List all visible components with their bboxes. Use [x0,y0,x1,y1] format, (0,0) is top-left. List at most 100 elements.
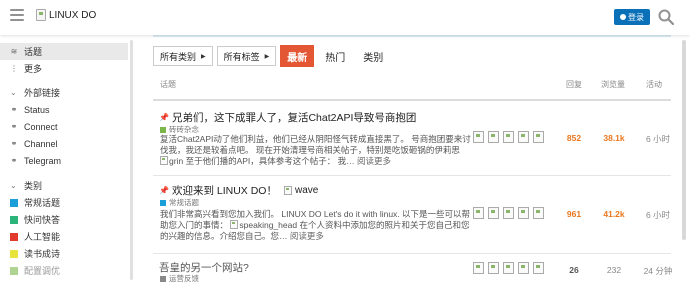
header-divider [153,99,671,101]
topic-title[interactable]: 📌 欢迎来到 LINUX DO！ wave [159,183,318,198]
sidebar-link-channel[interactable]: ⚭ Channel [0,135,128,152]
sidebar-item-label: 更多 [24,64,43,74]
avatar[interactable] [503,207,514,219]
topic-posters [473,207,544,219]
topic-category-label: 运营反馈 [169,274,199,283]
sidebar-scrollbar[interactable] [130,40,133,280]
category-swatch [10,232,18,241]
sidebar-item-topics[interactable]: ≋ 话题 [0,43,128,60]
category-swatch [10,198,18,207]
topic-title[interactable]: 📌 兄弟们，这下成罪人了，复活Chat2API导致号商抱团 [159,110,416,125]
avatar[interactable] [503,262,514,274]
avatar[interactable] [533,131,544,143]
emoji-alt-text: speaking_head [239,220,298,230]
tab-latest[interactable]: 最新 [280,45,315,67]
sidebar-item-more[interactable]: ⋮ 更多 [0,60,128,77]
topic-title-text[interactable]: 兄弟们，这下成罪人了，复活Chat2API导致号商抱团 [172,110,416,125]
topic-category[interactable]: 运营反馈 [160,273,199,284]
topic-activity[interactable]: 6 小时 [636,209,680,221]
more-icon: ⋮ [10,64,18,73]
dropdown-label: 所有标签 [223,51,260,62]
broken-image-icon [160,156,168,165]
sidebar-link-telegram[interactable]: ⚭ Telegram [0,152,128,169]
hamburger-menu-icon[interactable] [10,9,24,23]
sidebar-item-label: 快问快答 [24,215,61,225]
column-header-replies[interactable]: 回复 [566,79,582,90]
topic-replies[interactable]: 961 [554,209,594,219]
read-more-link[interactable]: 阅读更多 [357,156,391,166]
broken-image-icon [36,9,46,21]
page-scrollbar[interactable] [682,40,686,240]
topic-navigation: 所有类别 ▶ 所有标签 ▶ 最新 热门 类别 [153,45,390,67]
category-dropdown[interactable]: 所有类别 ▶ [153,46,213,66]
topic-activity[interactable]: 6 小时 [636,133,680,145]
topic-excerpt: 我们非常高兴看到您加入我们。 LINUX DO Let's do it with… [160,209,472,242]
column-header-views[interactable]: 浏览量 [601,79,625,90]
topic-category[interactable]: 常规话题 [160,197,199,208]
avatar[interactable] [488,262,499,274]
sidebar-item-label: Telegram [24,155,62,166]
sidebar-category-config[interactable]: 配置调优 [0,262,128,279]
emoji-alt-text: grin [169,156,184,166]
excerpt-line: 至于他们播的API，具体参考这个帖子： 我… [185,156,357,166]
avatar[interactable] [518,207,529,219]
sidebar-section-label: 外部链接 [24,88,61,98]
broken-image-icon [283,186,292,195]
layers-icon: ≋ [10,47,18,56]
avatar[interactable] [533,207,544,219]
avatar[interactable] [488,131,499,143]
top-banner [153,35,671,37]
dropdown-label: 所有类别 [160,51,197,62]
column-header-topic[interactable]: 话题 [160,79,176,90]
excerpt-line: 复活Chat2API动了他们利益，他们已经从阴阳怪气转成直接黑了。 号商抱团要来… [160,134,471,144]
sidebar-item-label: 配置调优 [24,266,61,276]
avatar[interactable] [533,262,544,274]
topic-posters [473,131,544,143]
avatar[interactable] [473,207,484,219]
sidebar-category-reading[interactable]: 读书成诗 [0,245,128,262]
row-divider [153,175,671,176]
category-swatch [160,275,166,282]
tab-categories[interactable]: 类别 [356,45,390,67]
sidebar-category-ai[interactable]: 人工智能 [0,228,128,245]
sidebar-link-connect[interactable]: ⚭ Connect [0,118,128,135]
category-swatch [10,249,18,258]
sidebar-section-label: 类别 [24,181,43,191]
sidebar-category-general[interactable]: 常规话题 [0,194,128,211]
category-swatch [160,126,166,133]
sidebar: ≋ 话题 ⋮ 更多 ⌄ 外部链接 ⚭ Status ⚭ Connect ⚭ Ch… [0,35,140,287]
column-header-activity[interactable]: 活动 [646,79,662,90]
sidebar-item-label: 常规话题 [24,198,61,208]
sidebar-item-label: Channel [24,138,58,149]
read-more-link[interactable]: 阅读更多 [290,231,324,241]
avatar[interactable] [518,262,529,274]
search-icon[interactable] [658,9,674,25]
tag-dropdown[interactable]: 所有标签 ▶ [216,46,277,66]
avatar[interactable] [473,131,484,143]
topic-replies[interactable]: 26 [554,265,594,275]
excerpt-line: 伐我，我还是较着点吧。 现在开始清理号商相关帖子，特别是吃饭砸锅的伊莉思 [160,145,460,155]
sidebar-link-status[interactable]: ⚭ Status [0,101,128,118]
avatar[interactable] [503,131,514,143]
category-swatch [160,199,166,206]
chevron-down-icon: ⌄ [10,88,17,97]
avatar[interactable] [488,207,499,219]
sidebar-section-links[interactable]: ⌄ 外部链接 [0,84,128,101]
topic-replies[interactable]: 852 [554,133,594,143]
topic-posters [473,262,544,274]
site-logo[interactable]: LINUX DO [36,9,96,21]
avatar[interactable] [518,131,529,143]
sidebar-section-categories[interactable]: ⌄ 类别 [0,177,128,194]
sidebar-category-qa[interactable]: 快问快答 [0,211,128,228]
excerpt-line: 我们非常高兴看到您加入我们。 LINUX DO Let's do it with… [160,209,471,219]
logo-alt-text: LINUX DO [49,9,97,21]
topic-activity[interactable]: 24 分钟 [636,265,680,277]
link-icon: ⚭ [10,105,18,114]
login-button[interactable]: 登录 [614,9,650,25]
avatar[interactable] [473,262,484,274]
pin-icon: 📌 [159,186,169,195]
caret-right-icon: ▶ [264,53,270,60]
excerpt-line: 在个人资料中添加您的照片和关于您自己和您 [299,220,470,230]
tab-hot[interactable]: 热门 [318,45,352,67]
topic-title-text[interactable]: 欢迎来到 LINUX DO！ [172,183,277,198]
